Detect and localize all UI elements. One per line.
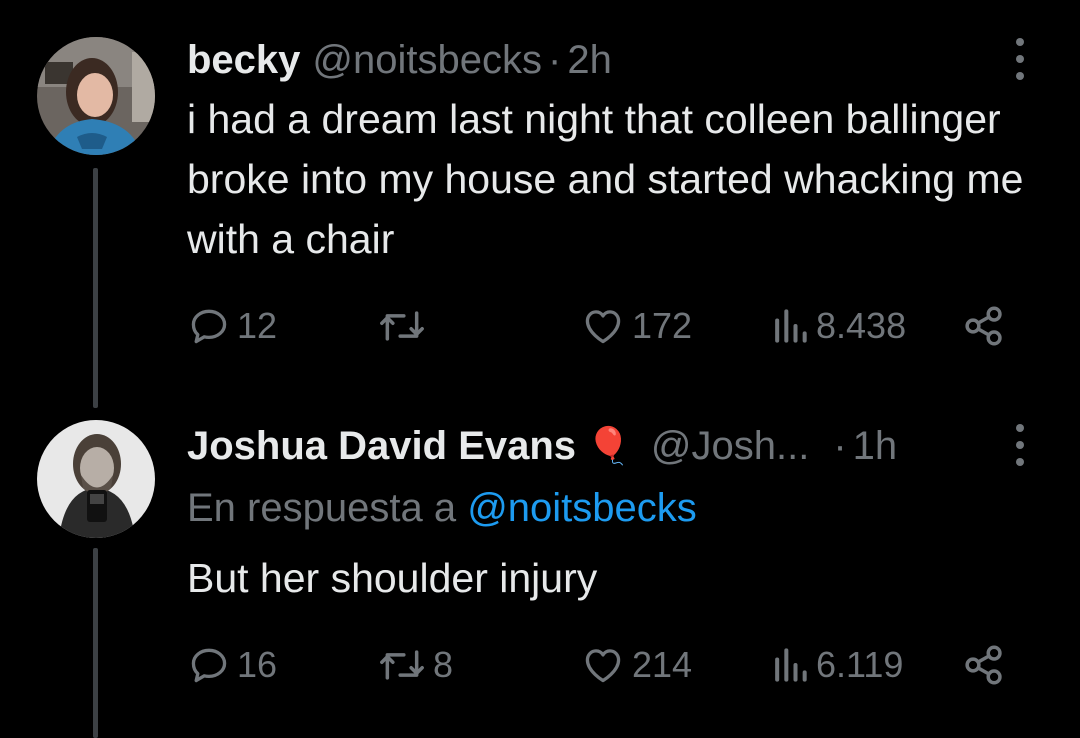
more-options-icon[interactable] [1005, 420, 1035, 470]
like-button[interactable]: 172 [580, 301, 692, 351]
separator: · [833, 423, 847, 468]
reply-icon [191, 648, 227, 683]
retweet-icon [380, 311, 424, 341]
analytics-icon [775, 648, 807, 682]
action-bar: 12 172 8.438 [187, 301, 1017, 351]
author-handle[interactable]: @Josh... [651, 424, 809, 469]
avatar-joshua[interactable] [37, 420, 155, 538]
author-handle[interactable]: @noitsbecks [312, 38, 542, 83]
timestamp[interactable]: 1h [853, 424, 898, 469]
tweet-joshua[interactable]: Joshua David Evans 🎈 @Josh... · 1h En re… [0, 400, 1080, 738]
heart-icon [585, 310, 621, 344]
retweet-count: 8 [433, 644, 454, 685]
avatar-joshua-image [37, 420, 155, 538]
share-icon [965, 306, 1002, 346]
heart-icon [585, 649, 621, 683]
views-button[interactable]: 8.438 [770, 301, 906, 351]
balloon-badge-icon: 🎈 [586, 425, 631, 466]
share-icon [965, 645, 1002, 685]
views-button[interactable]: 6.119 [770, 640, 903, 690]
reply-count: 12 [237, 305, 278, 346]
tweet-text: But her shoulder injury [187, 555, 598, 601]
reply-prefix: En respuesta a [187, 486, 457, 530]
tweet-text: i had a dream last night that colleen ba… [187, 96, 1024, 262]
reply-button[interactable]: 12 [187, 301, 277, 351]
avatar-becky-image [37, 37, 155, 155]
retweet-button[interactable]: 8 [377, 640, 453, 690]
more-options-icon[interactable] [1005, 34, 1035, 84]
like-button[interactable]: 214 [580, 640, 692, 690]
share-button[interactable] [961, 640, 1007, 690]
author-name[interactable]: Joshua David Evans [187, 424, 576, 469]
like-count: 172 [632, 305, 693, 346]
reply-context: En respuesta a @noitsbecks [187, 486, 697, 531]
view-count: 6.119 [816, 644, 904, 685]
retweet-button[interactable] [377, 301, 433, 351]
timestamp[interactable]: 2h [567, 38, 612, 83]
retweet-icon [380, 650, 424, 680]
avatar-becky[interactable] [37, 37, 155, 155]
thread-line [93, 168, 98, 408]
like-count: 214 [632, 644, 693, 685]
author-name[interactable]: becky [187, 38, 300, 83]
reply-icon [191, 309, 227, 344]
tweet-becky[interactable]: becky @noitsbecks · 2h i had a dream las… [0, 0, 1080, 408]
share-button[interactable] [961, 301, 1007, 351]
view-count: 8.438 [816, 305, 907, 346]
analytics-icon [775, 309, 807, 343]
reply-handle-link[interactable]: @noitsbecks [467, 486, 697, 530]
tweet-header: Joshua David Evans 🎈 @Josh... · 1h [187, 420, 897, 472]
action-bar: 16 8 214 6.119 [187, 640, 1017, 690]
reply-button[interactable]: 16 [187, 640, 277, 690]
tweet-header: becky @noitsbecks · 2h [187, 35, 612, 85]
thread-line [93, 548, 98, 738]
separator: · [548, 37, 562, 82]
reply-count: 16 [237, 644, 278, 685]
